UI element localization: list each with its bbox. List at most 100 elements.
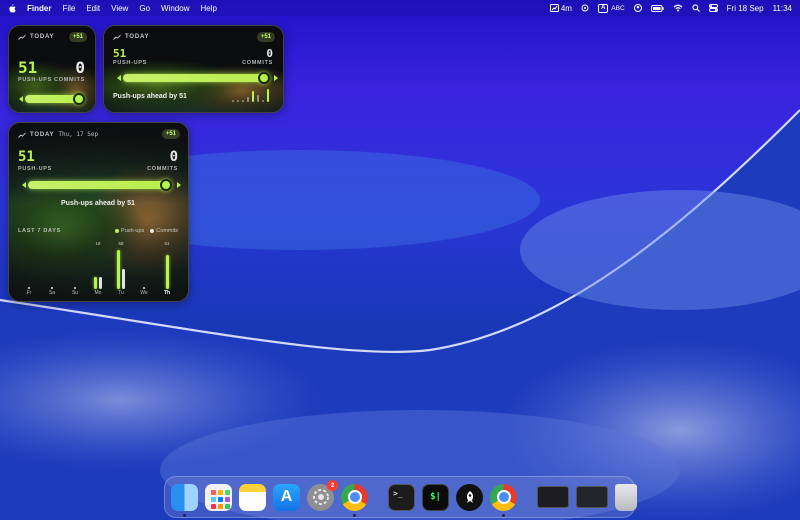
day-label: Th [163, 290, 171, 296]
menu-help[interactable]: Help [200, 4, 216, 13]
search-icon[interactable] [692, 4, 700, 12]
day-bars [28, 249, 30, 289]
trash-icon[interactable] [615, 483, 637, 511]
pushups-bar [165, 255, 169, 289]
trend-icon [113, 34, 121, 40]
widget-medium[interactable]: TODAY +51 51 0 PUSH-UPS COMMITS Push-ups… [103, 25, 284, 113]
balance-left-arrow-icon [117, 75, 121, 81]
pushups-bar [94, 277, 97, 289]
balance-right-arrow-icon [177, 182, 181, 188]
menu-app-name[interactable]: Finder [27, 4, 51, 13]
chrome-icon[interactable] [490, 483, 517, 517]
day-value-label: 18 [95, 241, 101, 246]
day-value-label: 58 [118, 241, 124, 246]
day-value-label: 51 [164, 241, 170, 246]
chart-icon [549, 4, 559, 12]
battery-icon[interactable] [650, 4, 664, 12]
day-column [20, 241, 38, 289]
chrome-icon[interactable] [341, 483, 368, 517]
status-message: Push-ups ahead by 51 [113, 93, 187, 100]
balance-knob[interactable] [73, 93, 86, 105]
pushups-count: 51 [18, 58, 38, 77]
day-column: 51 [158, 241, 176, 289]
input-source-label: ABC [611, 4, 625, 12]
input-source-menu[interactable]: A ABC [597, 3, 625, 13]
widget-date: Thu, 17 Sep [58, 131, 99, 138]
launchpad-icon[interactable] [205, 483, 232, 511]
day-column [43, 241, 61, 289]
day-label: Tu [118, 290, 124, 296]
day-label: Su [71, 290, 79, 296]
day-bars [165, 249, 169, 289]
menu-view[interactable]: View [111, 4, 128, 13]
minimized-window-thumbnail[interactable] [576, 486, 608, 508]
day-bars [117, 249, 125, 289]
pushups-label: PUSH-UPS [113, 60, 148, 66]
commits-count: 0 [169, 149, 178, 165]
widget-small[interactable]: TODAY +51 51 0 PUSH-UPS COMMITS [8, 25, 96, 113]
rocket-icon[interactable] [456, 483, 483, 511]
activity-timer-status[interactable]: 4m [549, 3, 572, 13]
input-source-icon: A [597, 3, 609, 13]
commits-count: 0 [75, 58, 85, 77]
menubar-time[interactable]: 11:34 [773, 4, 792, 13]
system-settings-icon[interactable]: 2 [307, 479, 338, 511]
balance-fill [28, 181, 166, 189]
notes-icon[interactable] [239, 483, 266, 511]
trend-icon [18, 132, 26, 138]
balance-fill [123, 74, 264, 82]
widget-header: TODAY Thu, 17 Sep [18, 131, 98, 138]
trend-icon [18, 34, 26, 40]
commits-label: COMMITS [54, 77, 85, 83]
balance-knob[interactable] [257, 72, 270, 84]
legend-pushups-swatch [115, 228, 120, 233]
widget-large[interactable]: TODAY Thu, 17 Sep +51 51 0 PUSH-UPS COMM… [8, 122, 189, 302]
legend-commits-swatch [150, 228, 155, 233]
day-label: We [140, 290, 148, 296]
legend-commits: Commits [150, 228, 178, 234]
pushups-count: 51 [18, 149, 35, 165]
minimized-window-thumbnail[interactable] [537, 486, 569, 508]
dock: A 2 >_ $| [164, 476, 637, 518]
timer-text: 4m [560, 3, 572, 13]
balance-knob[interactable] [159, 179, 172, 191]
terminal-green-icon[interactable]: $| [422, 483, 449, 511]
menu-window[interactable]: Window [161, 4, 189, 13]
day-column: 58 [112, 241, 130, 289]
menubar-date[interactable]: Fri 18 Sep [727, 4, 764, 13]
menu-file[interactable]: File [62, 4, 75, 13]
delta-badge: +51 [161, 129, 180, 139]
mini-activity-bars [232, 89, 269, 102]
pushups-label: PUSH-UPS [18, 166, 53, 172]
commits-dot [51, 287, 53, 289]
widget-header: TODAY [113, 34, 149, 40]
day-bars [94, 249, 102, 289]
balance-left-arrow-icon [19, 96, 23, 102]
legend-pushups: Push-ups [115, 228, 144, 234]
day-label: Fr [26, 290, 32, 296]
widget-header: TODAY [18, 34, 54, 40]
commits-dot [28, 287, 30, 289]
menu-go[interactable]: Go [139, 4, 150, 13]
day-column [66, 241, 84, 289]
menu-edit[interactable]: Edit [86, 4, 100, 13]
commits-label: COMMITS [242, 60, 273, 66]
chart-legend: Push-ups Commits [115, 228, 178, 234]
sync-icon[interactable] [581, 4, 589, 12]
control-center-icon[interactable] [708, 4, 718, 12]
widget-today-label: TODAY [30, 131, 55, 138]
finder-icon[interactable] [171, 483, 198, 517]
day-bars [51, 249, 53, 289]
balance-right-arrow-icon [274, 75, 278, 81]
commits-dot [143, 287, 145, 289]
day-label: Mo [94, 290, 102, 296]
delta-badge: +51 [68, 32, 87, 42]
pushups-count: 51 [113, 47, 127, 60]
user-icon[interactable] [633, 4, 642, 12]
apple-logo-icon[interactable] [8, 3, 16, 13]
terminal-icon[interactable]: >_ [388, 483, 415, 511]
day-column: 18 [89, 241, 107, 289]
day-label: Sa [48, 290, 56, 296]
wifi-icon[interactable] [673, 4, 683, 12]
app-store-icon[interactable]: A [273, 483, 300, 511]
